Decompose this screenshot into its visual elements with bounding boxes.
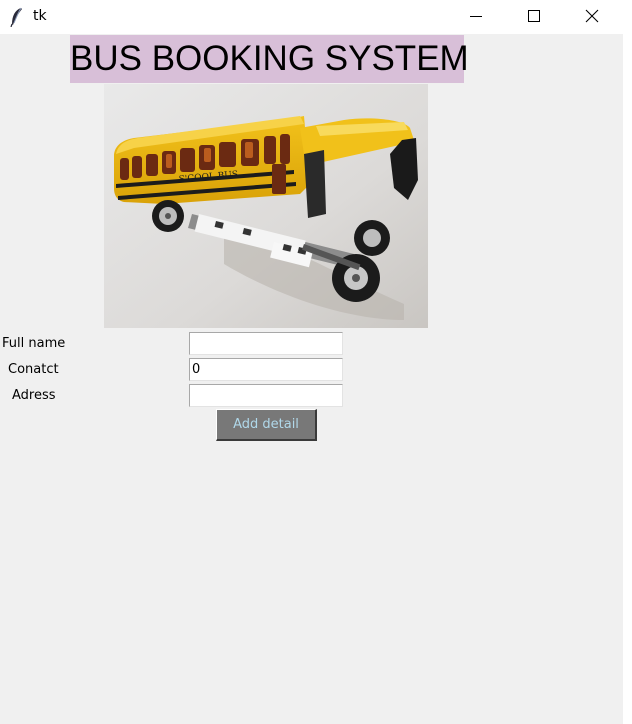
window-title: tk [33, 8, 47, 24]
feather-icon [10, 7, 24, 28]
close-icon [585, 9, 599, 23]
bus-image: S'COOL BUS [104, 84, 428, 328]
window-edge [623, 0, 632, 724]
page-title: BUS BOOKING SYSTEM [70, 35, 469, 83]
contact-input[interactable] [189, 358, 343, 381]
add-detail-button[interactable]: Add detail [216, 409, 317, 441]
title-bar: tk [0, 0, 623, 34]
maximize-button[interactable] [505, 0, 563, 32]
full-name-label: Full name [2, 336, 66, 351]
full-name-input[interactable] [189, 332, 343, 355]
minimize-icon [470, 16, 482, 17]
app-window: tk BUS BOOKING SYSTEM S'COOL BUS Full na… [0, 0, 623, 724]
maximize-icon [528, 10, 540, 22]
address-label: Adress [12, 388, 56, 403]
minimize-button[interactable] [447, 0, 505, 32]
contact-label: Conatct [8, 362, 59, 377]
address-input[interactable] [189, 384, 343, 407]
close-button[interactable] [563, 0, 621, 32]
